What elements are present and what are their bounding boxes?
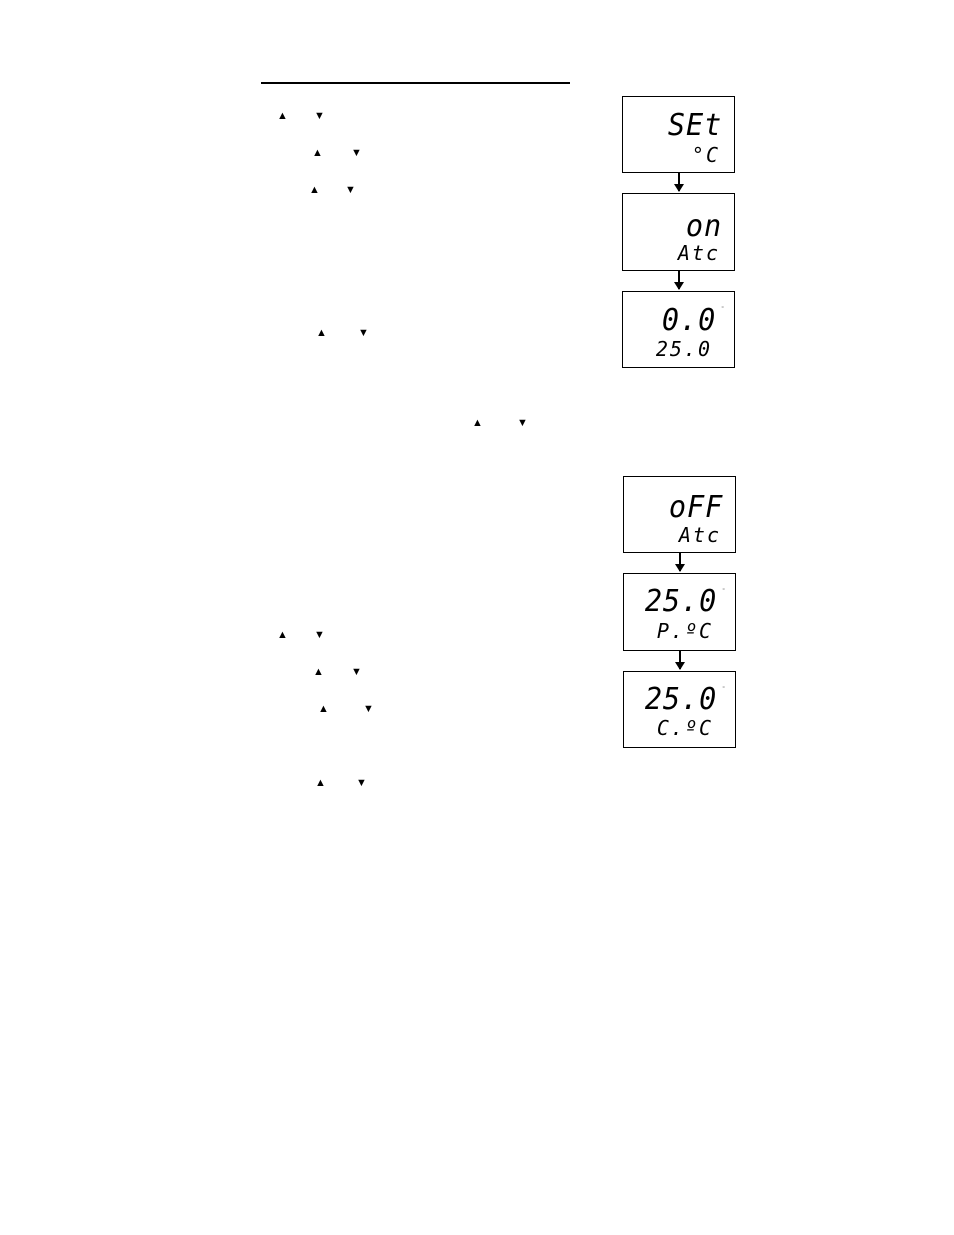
up-arrow-icon: ▲ bbox=[313, 666, 324, 678]
up-arrow-icon: ▲ bbox=[316, 327, 327, 339]
lcd-sub-readout: Atc bbox=[677, 241, 720, 265]
down-arrow-icon: ▼ bbox=[314, 629, 325, 641]
lcd-main-readout: 25.0 bbox=[644, 682, 717, 717]
up-arrow-icon: ▲ bbox=[472, 417, 483, 429]
lcd-sub-readout: Atc bbox=[678, 523, 721, 547]
down-arrow-icon: ▼ bbox=[358, 327, 369, 339]
down-arrow-icon: ▼ bbox=[345, 184, 356, 196]
lcd-main-readout: on bbox=[685, 209, 722, 244]
lcd-display-temp-offset: 0.0 ° 25.0 bbox=[622, 291, 735, 368]
lcd-display-atc-off: oFF Atc bbox=[623, 476, 736, 553]
lcd-main-readout: SEt bbox=[667, 108, 722, 143]
lcd-display-atc-on: on Atc bbox=[622, 193, 735, 271]
lcd-display-process-temp: 25.0 ° P.ºC bbox=[623, 573, 736, 651]
lcd-main-readout: 25.0 bbox=[644, 584, 717, 619]
flow-arrow-icon bbox=[675, 651, 685, 670]
down-arrow-icon: ▼ bbox=[517, 417, 528, 429]
degree-indicator: ° bbox=[722, 686, 725, 693]
lcd-sub-readout: C.ºC bbox=[656, 716, 713, 740]
lcd-display-calibration-temp: 25.0 ° C.ºC bbox=[623, 671, 736, 748]
down-arrow-icon: ▼ bbox=[351, 147, 362, 159]
degree-indicator: ° bbox=[721, 306, 724, 313]
flow-arrow-icon bbox=[674, 173, 684, 192]
lcd-sub-readout: 25.0 bbox=[655, 337, 712, 361]
up-arrow-icon: ▲ bbox=[277, 629, 288, 641]
down-arrow-icon: ▼ bbox=[351, 666, 362, 678]
lcd-display-set-unit: SEt °C bbox=[622, 96, 735, 173]
up-arrow-icon: ▲ bbox=[309, 184, 320, 196]
lcd-main-readout: 0.0 bbox=[661, 303, 716, 338]
degree-indicator: ° bbox=[722, 588, 725, 595]
flow-arrow-icon bbox=[674, 271, 684, 290]
down-arrow-icon: ▼ bbox=[363, 703, 374, 715]
up-arrow-icon: ▲ bbox=[315, 777, 326, 789]
down-arrow-icon: ▼ bbox=[356, 777, 367, 789]
lcd-sub-readout: °C bbox=[691, 143, 720, 167]
lcd-sub-readout: P.ºC bbox=[656, 619, 713, 643]
section-heading-underline bbox=[261, 82, 570, 84]
up-arrow-icon: ▲ bbox=[277, 110, 288, 122]
down-arrow-icon: ▼ bbox=[314, 110, 325, 122]
lcd-main-readout: oFF bbox=[668, 490, 723, 525]
flow-arrow-icon bbox=[675, 553, 685, 572]
up-arrow-icon: ▲ bbox=[318, 703, 329, 715]
up-arrow-icon: ▲ bbox=[312, 147, 323, 159]
